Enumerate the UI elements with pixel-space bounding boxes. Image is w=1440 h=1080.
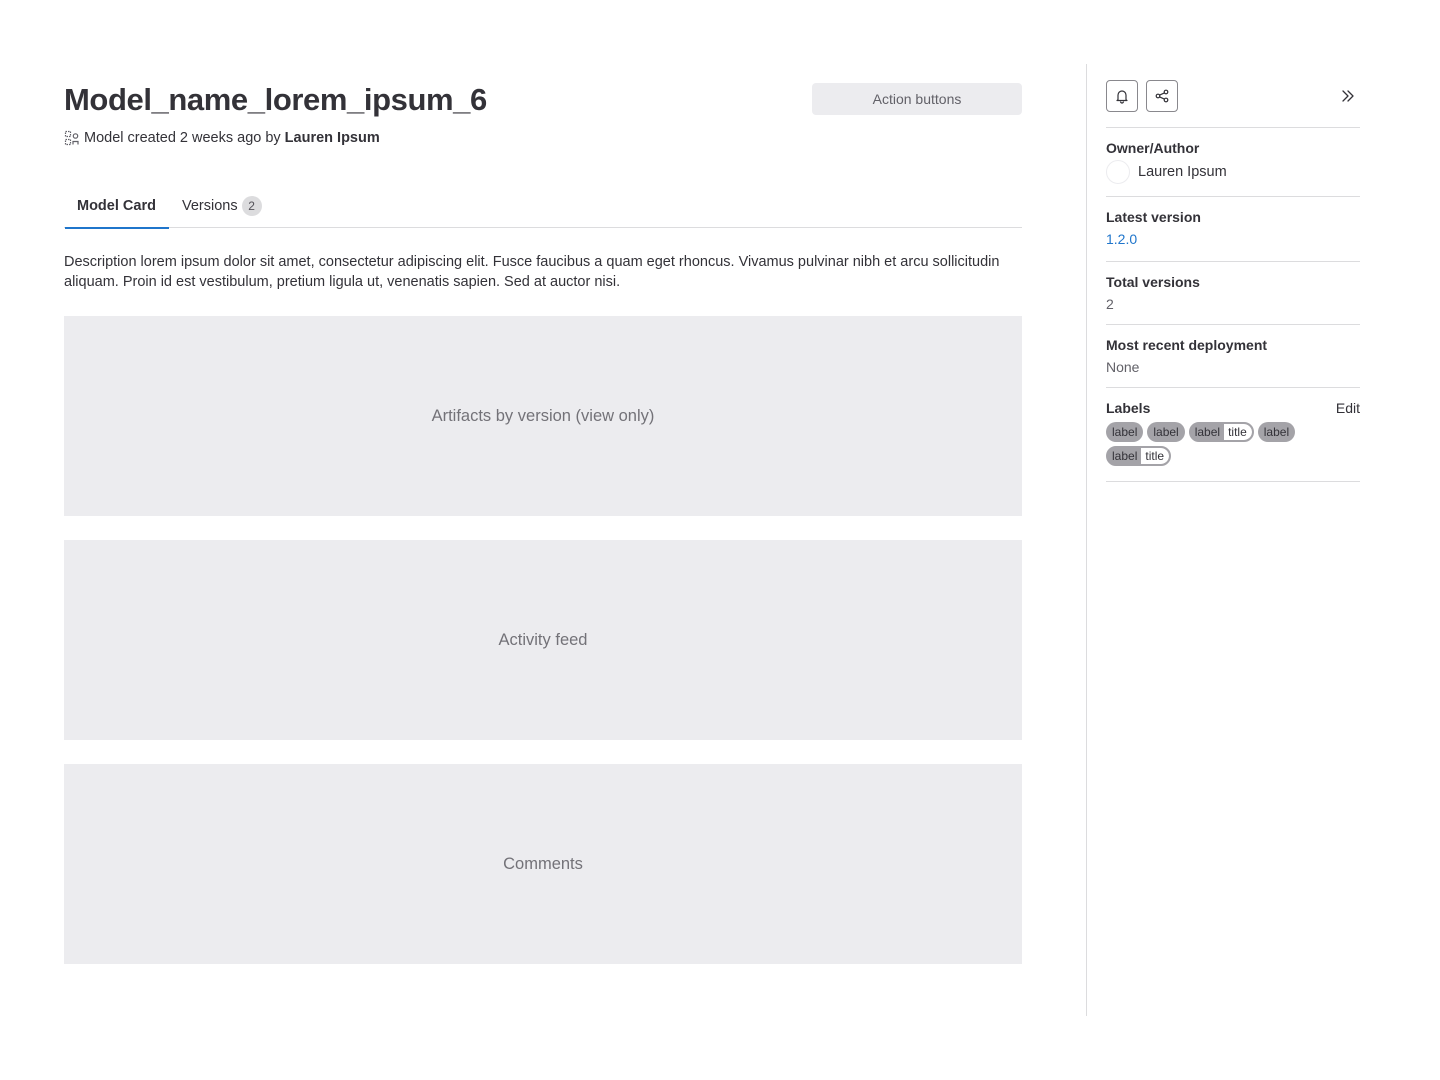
label-value: title <box>1141 448 1170 464</box>
latest-version-link[interactable]: 1.2.0 <box>1106 231 1137 247</box>
main-content: Model_name_lorem_ipsum_6 Action buttons … <box>64 64 1022 964</box>
owner-name: Lauren Ipsum <box>1138 164 1227 180</box>
recent-deployment-section: Most recent deployment None <box>1106 325 1360 388</box>
versions-count-badge: 2 <box>241 196 262 216</box>
tab-model-card-label: Model Card <box>77 198 156 214</box>
action-buttons[interactable]: Action buttons <box>812 83 1022 115</box>
tab-versions[interactable]: Versions 2 <box>169 184 275 228</box>
recent-deployment-title: Most recent deployment <box>1106 337 1268 353</box>
model-author[interactable]: Lauren Ipsum <box>285 130 380 146</box>
share-icon <box>1154 88 1170 104</box>
total-versions-value: 2 <box>1106 296 1114 312</box>
notifications-button[interactable] <box>1106 80 1138 112</box>
recent-deployment-value: None <box>1106 359 1140 375</box>
artifacts-placeholder-label: Artifacts by version (view only) <box>431 406 655 425</box>
total-versions-title: Total versions <box>1106 274 1200 290</box>
page: Model_name_lorem_ipsum_6 Action buttons … <box>0 0 1440 1080</box>
label-pill[interactable]: label <box>1147 422 1185 442</box>
model-created-text: Model created 2 weeks ago by <box>84 130 281 146</box>
label-pill[interactable]: label <box>1106 422 1144 442</box>
comments-placeholder: Comments <box>64 764 1022 964</box>
activity-feed-placeholder: Activity feed <box>64 540 1022 740</box>
label-key: label <box>1112 449 1138 463</box>
label-key: label <box>1153 425 1179 439</box>
sidebar-divider <box>1086 64 1087 1016</box>
avatar <box>1106 160 1130 184</box>
model-meta: Model created 2 weeks ago by Lauren Ipsu… <box>64 130 380 146</box>
labels-header: Labels Edit <box>1106 400 1360 416</box>
sidebar-toolbar <box>1106 80 1360 128</box>
label-list: label label label title label label titl… <box>1106 422 1316 466</box>
labels-section: Labels Edit label label label title labe… <box>1106 388 1360 482</box>
chevron-double-right-icon <box>1340 88 1356 104</box>
label-key: label <box>1263 425 1290 439</box>
labels-edit-button[interactable]: Edit <box>1336 400 1360 416</box>
sidebar: Owner/Author Lauren Ipsum Latest version… <box>1106 80 1360 482</box>
bell-icon <box>1114 88 1130 104</box>
comments-placeholder-label: Comments <box>503 854 583 873</box>
label-value: title <box>1224 424 1252 440</box>
latest-version-title: Latest version <box>1106 209 1201 225</box>
label-key: label <box>1112 425 1138 439</box>
model-icon <box>64 130 80 146</box>
model-description: Description lorem ipsum dolor sit amet, … <box>64 254 1000 290</box>
owner-row[interactable]: Lauren Ipsum <box>1106 160 1360 184</box>
page-title: Model_name_lorem_ipsum_6 <box>64 82 487 117</box>
tab-versions-label: Versions <box>181 198 238 214</box>
collapse-sidebar-button[interactable] <box>1336 84 1360 108</box>
share-button[interactable] <box>1146 80 1178 112</box>
scoped-label-pill[interactable]: label title <box>1188 422 1254 442</box>
label-key: label <box>1194 425 1221 439</box>
page-header: Model_name_lorem_ipsum_6 Action buttons … <box>64 64 1022 164</box>
owner-title: Owner/Author <box>1106 140 1200 156</box>
total-versions-section: Total versions 2 <box>1106 262 1360 325</box>
latest-version-section: Latest version 1.2.0 <box>1106 197 1360 262</box>
activity-feed-placeholder-label: Activity feed <box>498 630 588 649</box>
owner-section: Owner/Author Lauren Ipsum <box>1106 128 1360 197</box>
scoped-label-pill[interactable]: label title <box>1106 446 1172 466</box>
label-pill[interactable]: label <box>1257 422 1296 442</box>
tab-model-card[interactable]: Model Card <box>64 184 169 229</box>
artifacts-placeholder: Artifacts by version (view only) <box>64 316 1022 516</box>
labels-title: Labels <box>1106 400 1151 416</box>
tabs: Model Card Versions 2 <box>64 184 1022 229</box>
